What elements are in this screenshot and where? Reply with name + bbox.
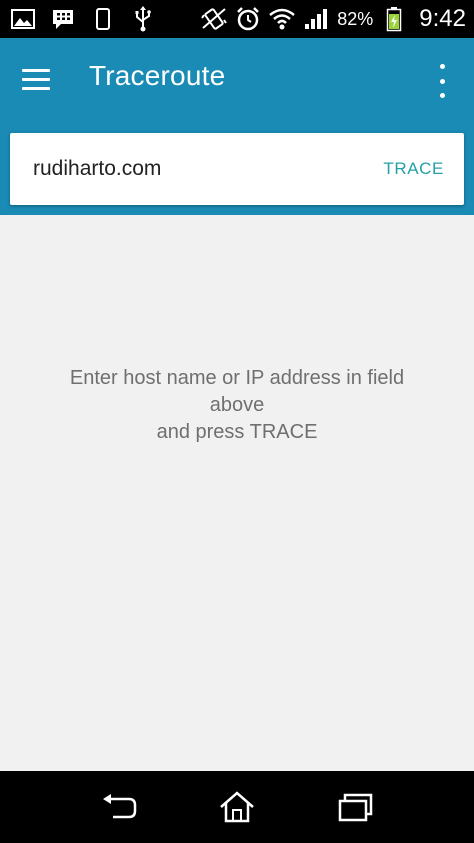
usb-icon [130, 6, 156, 32]
results-area: Enter host name or IP address in field a… [0, 215, 474, 771]
battery-percent: 82% [337, 8, 374, 29]
status-right-icons: 82% 9:42 [201, 5, 466, 33]
hint-line: above [209, 394, 265, 416]
signal-icon [303, 6, 329, 32]
gallery-icon [10, 6, 36, 32]
more-vertical-icon[interactable] [432, 64, 452, 98]
hint-line: and press TRACE [156, 421, 318, 443]
trace-button[interactable]: TRACE [383, 133, 444, 205]
toolbar: Traceroute [0, 38, 474, 120]
status-bar: 82% 9:42 [0, 0, 474, 38]
home-icon[interactable] [207, 777, 267, 837]
phone-icon [90, 6, 116, 32]
clock: 9:42 [419, 5, 466, 32]
back-icon[interactable] [89, 777, 149, 837]
hamburger-menu-icon[interactable] [22, 62, 58, 96]
recent-apps-icon[interactable] [325, 777, 385, 837]
bbm-icon [50, 6, 76, 32]
host-input[interactable] [33, 133, 353, 205]
app-title: Traceroute [89, 60, 226, 91]
wifi-icon [269, 6, 296, 32]
app-bar: Traceroute TRACE [0, 38, 474, 215]
battery-icon [381, 6, 407, 32]
vibrate-icon [201, 6, 228, 32]
navigation-bar [0, 771, 474, 843]
hint-line: Enter host name or IP address in field [69, 367, 405, 389]
host-search-card: TRACE [10, 133, 464, 205]
status-left-icons [10, 6, 156, 32]
alarm-icon [235, 6, 261, 32]
empty-state-hint: Enter host name or IP address in field a… [0, 365, 474, 446]
